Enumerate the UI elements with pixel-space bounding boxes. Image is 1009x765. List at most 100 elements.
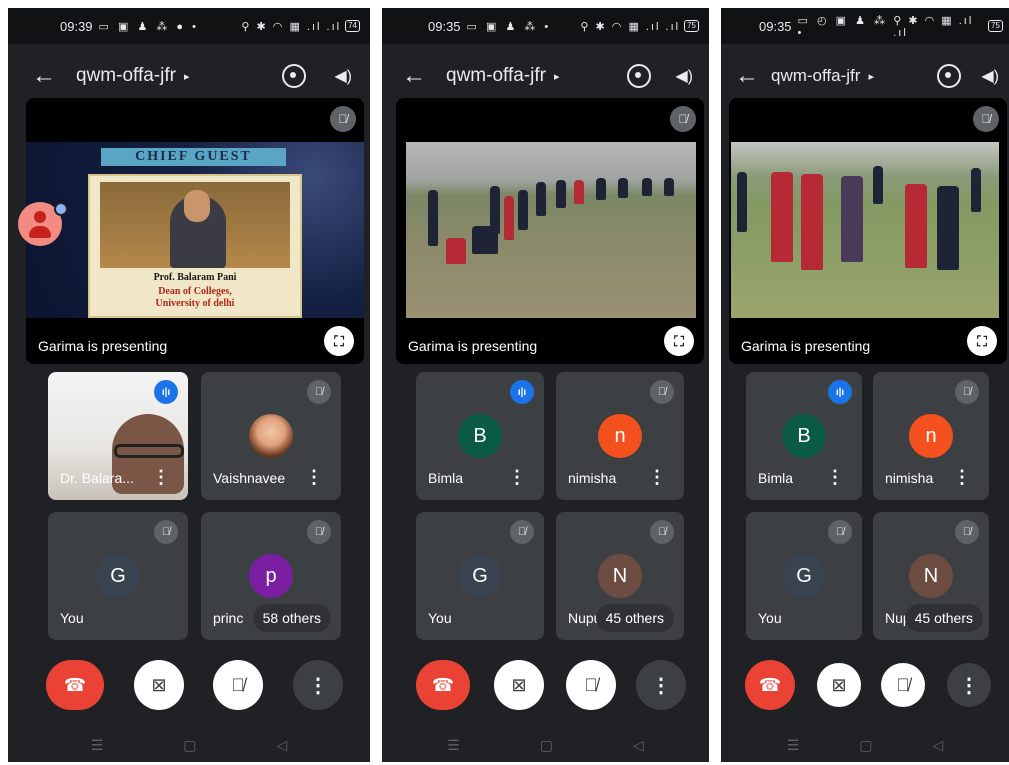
mic-off-icon: 🎙̸	[955, 520, 979, 544]
end-call-button[interactable]: ☎	[416, 660, 470, 710]
recents-icon[interactable]: ☰	[447, 737, 460, 754]
participant-tile[interactable]: 🎙̸ n nimisha ⋮	[873, 372, 989, 500]
presenting-label: Garima is presenting	[408, 338, 538, 354]
participant-tile[interactable]: 🎙̸ G You	[48, 512, 188, 640]
guest-role: Dean of Colleges,	[158, 286, 232, 297]
meeting-top-bar: ← qwm-offa-jfr ▸ ◀)	[8, 54, 370, 98]
shared-video-frame	[731, 142, 999, 318]
presentation-tile[interactable]: 🎙̸ Garima is presenting ⛶	[396, 98, 704, 364]
status-dot-icon	[54, 202, 68, 216]
mic-off-icon: 🎙̸	[650, 520, 674, 544]
caret-right-icon[interactable]: ▸	[184, 70, 190, 83]
more-options-icon[interactable]: ⋮	[953, 467, 971, 488]
participant-tile[interactable]: 🎙̸ N Nupur 45 others	[873, 512, 989, 640]
status-bar: 09:35 ▭ ▣ ♟ ⁂ • ⚲ ✱ ◠ ▦ .ıl .ıl 75	[382, 8, 709, 44]
android-nav-bar: ☰ ▢ ◁	[382, 728, 709, 762]
participant-tile[interactable]: 🎙̸ p princ 58 others	[201, 512, 341, 640]
participant-name: princ	[213, 610, 244, 626]
switch-camera-icon[interactable]	[937, 64, 962, 88]
participant-tile[interactable]: ı|ı B Bimla ⋮	[746, 372, 862, 500]
phone-screen-2: 09:35 ▭ ▣ ♟ ⁂ • ⚲ ✱ ◠ ▦ .ıl .ıl 75 ← qwm…	[382, 8, 709, 762]
participant-name: nimisha	[885, 470, 934, 486]
fullscreen-icon[interactable]: ⛶	[324, 326, 354, 356]
system-icons: ⚲ ✱ ◠ ▦ .ıl .ıl 74	[241, 20, 360, 33]
speaker-icon[interactable]: ◀)	[675, 66, 693, 86]
recents-icon[interactable]: ☰	[91, 737, 104, 754]
home-icon[interactable]: ▢	[540, 737, 553, 754]
avatar: n	[598, 414, 642, 458]
speaking-icon: ı|ı	[154, 380, 178, 404]
participant-tile[interactable]: ı|ı B Bimla ⋮	[416, 372, 544, 500]
nav-back-icon[interactable]: ◁	[633, 737, 644, 754]
mic-off-button[interactable]: 🎙̸	[881, 663, 925, 707]
status-bar: 09:39 ▭ ▣ ♟ ⁂ ● • ⚲ ✱ ◠ ▦ .ıl .ıl 74	[8, 8, 370, 44]
presentation-tile[interactable]: 🎙̸ Garima is presenting ⛶	[729, 98, 1007, 364]
meeting-top-bar: ← qwm-offa-jfr ▸ ◀)	[721, 54, 1009, 98]
more-options-icon[interactable]: ⋮	[508, 467, 526, 488]
android-nav-bar: ☰ ▢ ◁	[721, 728, 1009, 762]
nav-back-icon[interactable]: ◁	[277, 737, 288, 754]
more-options-icon[interactable]: ⋮	[152, 467, 170, 488]
others-count-chip[interactable]: 45 others	[904, 604, 983, 632]
more-options-icon[interactable]: ⋮	[648, 467, 666, 488]
battery-icon: 74	[345, 20, 360, 32]
more-options-button[interactable]: ⋮	[293, 660, 343, 710]
back-arrow-icon[interactable]: ←	[32, 62, 62, 90]
mic-off-icon: 🎙̸	[973, 106, 999, 132]
meeting-code[interactable]: qwm-offa-jfr	[76, 65, 176, 87]
participant-tile[interactable]: 🎙̸ Vaishnavee ⋮	[201, 372, 341, 500]
speaker-icon[interactable]: ◀)	[981, 66, 999, 86]
home-icon[interactable]: ▢	[183, 737, 196, 754]
more-options-button[interactable]: ⋮	[636, 660, 686, 710]
mic-off-icon: 🎙̸	[154, 520, 178, 544]
participant-tile[interactable]: 🎙̸ G You	[416, 512, 544, 640]
switch-camera-icon[interactable]	[282, 64, 307, 88]
participant-tile[interactable]: ı|ı Dr. Balara... ⋮	[48, 372, 188, 500]
recents-icon[interactable]: ☰	[787, 737, 800, 754]
participant-tile[interactable]: 🎙̸ G You	[746, 512, 862, 640]
shared-slide: CHIEF GUEST Prof. Balaram Pani Dean of C…	[26, 142, 364, 318]
notification-icons: ▭ ◴ ▣ ♟ ⁂ •	[797, 14, 889, 39]
guest-photo	[100, 182, 290, 268]
meeting-code[interactable]: qwm-offa-jfr	[446, 65, 546, 87]
end-call-button[interactable]: ☎	[745, 660, 795, 710]
camera-off-button[interactable]: ⊠	[134, 660, 184, 710]
participant-tile[interactable]: 🎙̸ n nimisha ⋮	[556, 372, 684, 500]
switch-camera-icon[interactable]	[627, 64, 652, 88]
participant-tile[interactable]: 🎙̸ N Nupur 45 others	[556, 512, 684, 640]
caret-right-icon[interactable]: ▸	[868, 70, 874, 83]
mic-off-button[interactable]: 🎙̸	[213, 660, 263, 710]
fullscreen-icon[interactable]: ⛶	[664, 326, 694, 356]
call-controls: ☎ ⊠ 🎙̸ ⋮	[8, 660, 370, 714]
participant-name: Vaishnavee	[213, 470, 286, 486]
more-options-icon[interactable]: ⋮	[305, 467, 323, 488]
shared-video-frame	[406, 142, 696, 318]
meeting-code[interactable]: qwm-offa-jfr	[771, 66, 860, 86]
more-options-button[interactable]: ⋮	[947, 663, 991, 707]
slide-title: CHIEF GUEST	[101, 148, 286, 166]
guest-name: Prof. Balaram Pani	[153, 272, 237, 283]
status-time: 09:35	[428, 18, 461, 34]
more-options-icon[interactable]: ⋮	[826, 467, 844, 488]
status-time: 09:39	[60, 18, 93, 34]
caret-right-icon[interactable]: ▸	[554, 70, 560, 83]
presenting-label: Garima is presenting	[38, 338, 168, 354]
speaker-icon[interactable]: ◀)	[334, 66, 352, 86]
presenting-label: Garima is presenting	[741, 338, 871, 354]
back-arrow-icon[interactable]: ←	[402, 62, 432, 90]
avatar	[249, 414, 293, 458]
camera-off-button[interactable]: ⊠	[494, 660, 544, 710]
mic-off-button[interactable]: 🎙̸	[566, 660, 616, 710]
end-call-button[interactable]: ☎	[46, 660, 104, 710]
fullscreen-icon[interactable]: ⛶	[967, 326, 997, 356]
camera-off-button[interactable]: ⊠	[817, 663, 861, 707]
battery-icon: 75	[684, 20, 699, 32]
others-count-chip[interactable]: 45 others	[595, 604, 674, 632]
system-icons: ⚲ ✱ ◠ ▦ .ıl .ıl 75	[580, 20, 699, 33]
nav-back-icon[interactable]: ◁	[933, 737, 944, 754]
mic-off-icon: 🎙̸	[650, 380, 674, 404]
others-count-chip[interactable]: 58 others	[252, 604, 331, 632]
back-arrow-icon[interactable]: ←	[735, 62, 765, 90]
presentation-tile[interactable]: 🎙̸ CHIEF GUEST Prof. Balaram Pani Dean o…	[26, 98, 364, 364]
home-icon[interactable]: ▢	[859, 737, 872, 754]
